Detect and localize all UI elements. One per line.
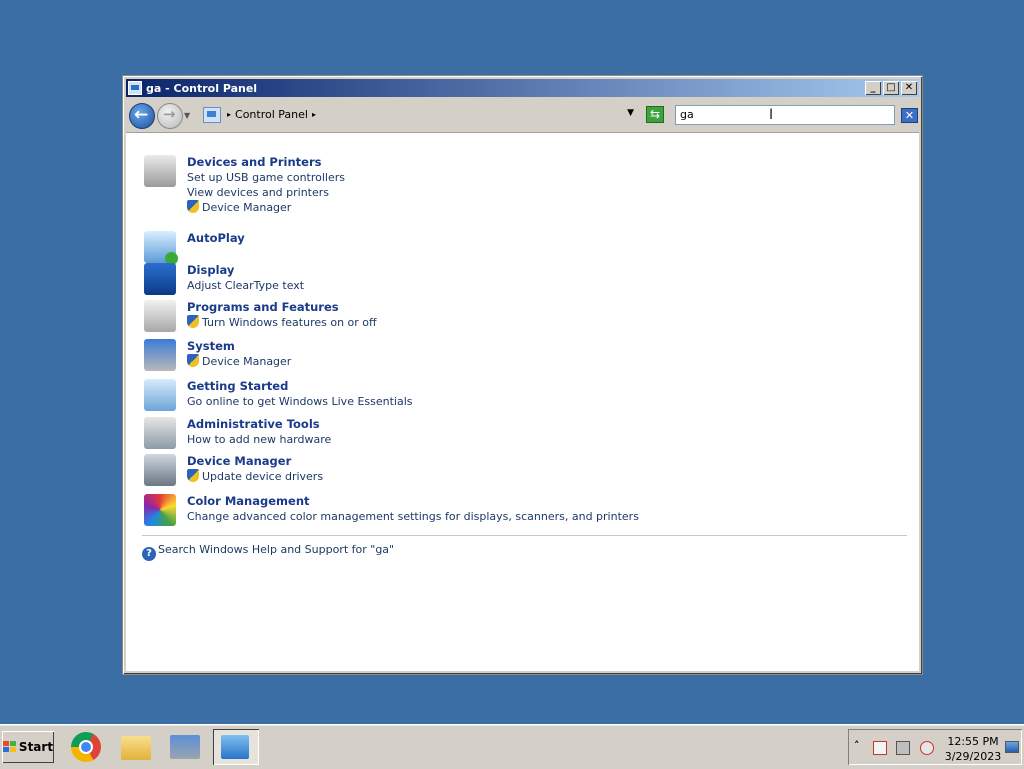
uac-shield-icon bbox=[187, 469, 199, 482]
action-center-flag-icon[interactable] bbox=[873, 741, 887, 755]
uac-shield-icon bbox=[187, 200, 199, 213]
result-link-text[interactable]: Device Manager bbox=[202, 201, 291, 214]
search-input[interactable]: ga bbox=[675, 105, 895, 125]
monitor-icon bbox=[144, 263, 176, 295]
result-title[interactable]: Devices and Printers bbox=[187, 155, 345, 170]
result-title[interactable]: Administrative Tools bbox=[187, 417, 331, 432]
windows-logo-icon bbox=[2, 741, 17, 753]
address-bar[interactable]: ▸ Control Panel ▸ ▼ bbox=[198, 104, 636, 125]
taskbar-control-panel[interactable] bbox=[213, 729, 259, 765]
help-search-link[interactable]: ? Search Windows Help and Support for "ga… bbox=[142, 543, 394, 561]
start-label: Start bbox=[18, 740, 54, 754]
result-link-text[interactable]: Update device drivers bbox=[202, 470, 323, 483]
control-panel-icon bbox=[203, 106, 221, 123]
maximize-button[interactable]: □ bbox=[883, 81, 899, 95]
clock[interactable]: 12:55 PM 3/29/2023 bbox=[943, 734, 1003, 764]
search-results: Devices and Printers Set up USB game con… bbox=[126, 132, 919, 671]
computer-icon bbox=[144, 339, 176, 371]
result-link[interactable]: Go online to get Windows Live Essentials bbox=[187, 394, 413, 409]
result-title[interactable]: Display bbox=[187, 263, 304, 278]
result-link-with-shield[interactable]: Update device drivers bbox=[187, 469, 323, 484]
result-title[interactable]: Getting Started bbox=[187, 379, 413, 394]
result-title[interactable]: Programs and Features bbox=[187, 300, 377, 315]
control-panel-icon bbox=[128, 81, 142, 95]
start-button[interactable]: Start bbox=[2, 731, 54, 763]
breadcrumb-chevron-icon[interactable]: ▸ bbox=[312, 110, 316, 119]
admin-tools-icon bbox=[144, 417, 176, 449]
result-link[interactable]: Adjust ClearType text bbox=[187, 278, 304, 293]
volume-muted-icon[interactable] bbox=[920, 741, 934, 755]
result-title[interactable]: Device Manager bbox=[187, 454, 323, 469]
result-link[interactable]: Set up USB game controllers bbox=[187, 170, 345, 185]
result-link-text[interactable]: Device Manager bbox=[202, 355, 291, 368]
result-link[interactable]: View devices and printers bbox=[187, 185, 345, 200]
taskbar-explorer[interactable] bbox=[113, 729, 159, 765]
uac-shield-icon bbox=[187, 354, 199, 367]
clock-time: 12:55 PM bbox=[947, 735, 999, 748]
color-management-icon bbox=[144, 494, 176, 526]
result-link[interactable]: How to add new hardware bbox=[187, 432, 331, 447]
minimize-button[interactable]: _ bbox=[865, 81, 881, 95]
close-button[interactable]: ✕ bbox=[901, 81, 917, 95]
folder-icon bbox=[121, 736, 151, 760]
forward-button[interactable] bbox=[157, 103, 183, 129]
refresh-button[interactable]: ⇆ bbox=[646, 106, 664, 123]
taskbar-keyboard-app[interactable] bbox=[162, 729, 208, 765]
result-link[interactable]: Change advanced color management setting… bbox=[187, 509, 639, 524]
result-title[interactable]: Color Management bbox=[187, 494, 639, 509]
title-bar[interactable]: ga - Control Panel _ □ ✕ bbox=[126, 79, 919, 97]
device-manager-icon bbox=[144, 454, 176, 486]
getting-started-icon bbox=[144, 379, 176, 411]
result-title[interactable]: AutoPlay bbox=[187, 231, 245, 246]
navigation-bar: ▼ ▸ Control Panel ▸ ▼ ⇆ ga I ✕ bbox=[126, 100, 919, 130]
result-link-text[interactable]: Turn Windows features on or off bbox=[202, 316, 377, 329]
clear-search-button[interactable]: ✕ bbox=[901, 108, 918, 123]
show-desktop-icon[interactable] bbox=[1005, 741, 1019, 753]
autoplay-icon bbox=[144, 231, 178, 265]
text-cursor-icon: I bbox=[769, 107, 774, 123]
show-hidden-icons-icon[interactable]: ˄ bbox=[854, 739, 860, 752]
result-link-with-shield[interactable]: Device Manager bbox=[187, 200, 345, 215]
window-title: ga - Control Panel bbox=[146, 81, 258, 95]
address-dropdown-icon[interactable]: ▼ bbox=[627, 108, 634, 118]
uac-shield-icon bbox=[187, 315, 199, 328]
divider bbox=[142, 535, 907, 536]
chrome-icon bbox=[71, 732, 101, 762]
result-title[interactable]: System bbox=[187, 339, 291, 354]
result-link-with-shield[interactable]: Device Manager bbox=[187, 354, 291, 369]
help-icon: ? bbox=[142, 547, 156, 561]
breadcrumb-chevron-icon[interactable]: ▸ bbox=[227, 110, 231, 119]
control-panel-icon bbox=[221, 735, 249, 759]
programs-icon bbox=[144, 300, 176, 332]
back-button[interactable] bbox=[129, 103, 155, 129]
recent-pages-dropdown-icon[interactable]: ▼ bbox=[184, 111, 190, 120]
help-search-text[interactable]: Search Windows Help and Support for "ga" bbox=[158, 543, 394, 556]
clock-date: 3/29/2023 bbox=[944, 750, 1002, 763]
control-panel-window: ga - Control Panel _ □ ✕ ▼ ▸ Control Pan… bbox=[122, 75, 923, 675]
breadcrumb-control-panel[interactable]: Control Panel bbox=[235, 108, 308, 121]
taskbar-chrome[interactable] bbox=[64, 729, 110, 765]
network-icon[interactable] bbox=[896, 741, 910, 755]
taskbar: Start ˄ 12:55 PM 3/29/2023 bbox=[0, 724, 1024, 769]
printer-icon bbox=[144, 155, 176, 187]
result-link-with-shield[interactable]: Turn Windows features on or off bbox=[187, 315, 377, 330]
system-tray: ˄ 12:55 PM 3/29/2023 bbox=[848, 729, 1022, 765]
keyboard-icon bbox=[170, 735, 200, 759]
